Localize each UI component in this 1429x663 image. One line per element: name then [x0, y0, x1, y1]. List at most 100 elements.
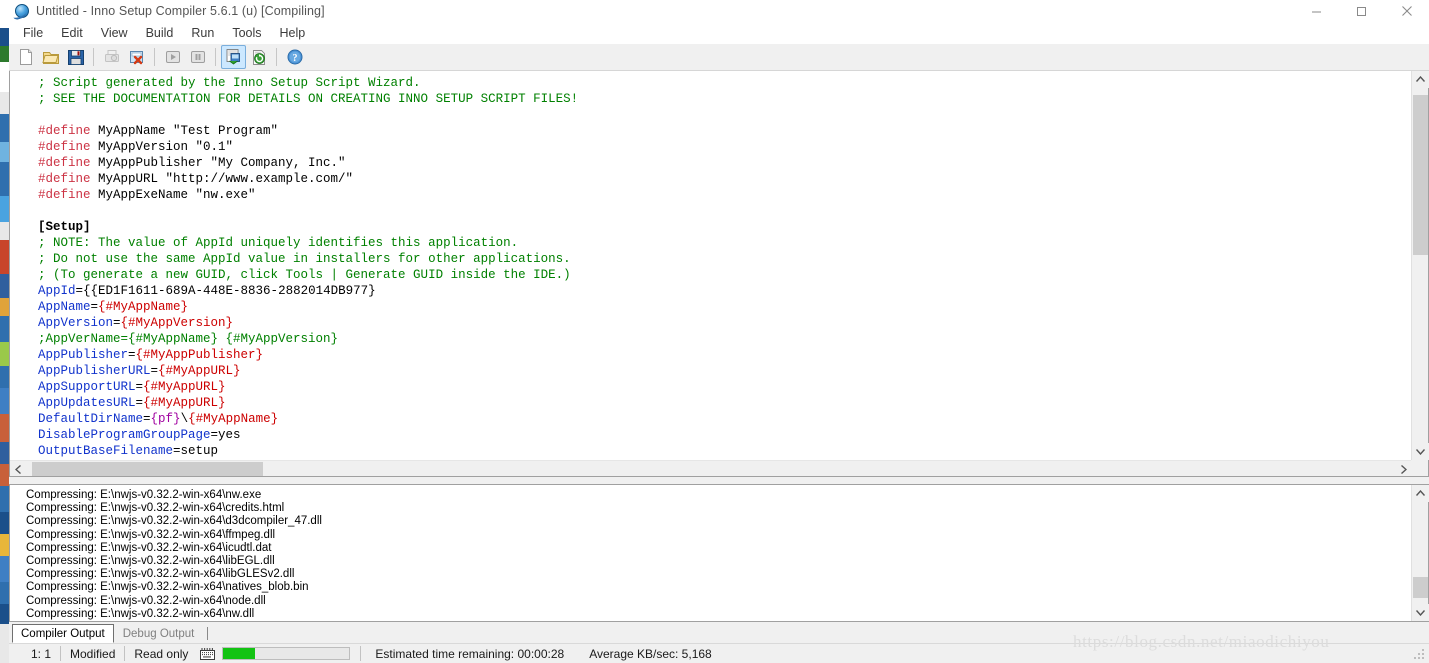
save-floppy-icon[interactable] — [63, 45, 88, 69]
scroll-up-arrow-icon[interactable] — [1412, 485, 1429, 502]
minimize-icon[interactable] — [1294, 0, 1339, 22]
inno-setup-compiler-window: Untitled - Inno Setup Compiler 5.6.1 (u)… — [0, 0, 1429, 663]
background-window-segment — [0, 534, 9, 556]
print-icon — [99, 45, 124, 69]
scroll-down-arrow-icon[interactable] — [1412, 443, 1429, 460]
output-line: Compressing: E:\nwjs-v0.32.2-win-x64\cre… — [26, 502, 285, 515]
menu-item-file[interactable]: File — [14, 24, 52, 42]
menu-item-build[interactable]: Build — [137, 24, 183, 42]
menu-item-edit[interactable]: Edit — [52, 24, 92, 42]
code-token: = — [150, 364, 159, 378]
background-window-segment — [0, 342, 9, 366]
editor-horizontal-scrollbar[interactable] — [10, 460, 1411, 476]
background-window-edge — [0, 0, 9, 663]
editor-hscroll-thumb[interactable] — [32, 462, 263, 476]
background-window-segment — [0, 366, 9, 388]
code-token: OutputBaseFilename — [38, 444, 174, 458]
code-token: #define — [38, 156, 91, 170]
editor-vertical-scrollbar[interactable] — [1411, 71, 1429, 460]
background-window-segment — [0, 604, 9, 624]
editor-change-gutter — [10, 71, 31, 476]
scroll-left-arrow-icon[interactable] — [10, 461, 26, 477]
output-line: Compressing: E:\nwjs-v0.32.2-win-x64\lib… — [26, 554, 275, 567]
scroll-down-arrow-icon[interactable] — [1412, 604, 1429, 621]
background-window-segment — [0, 0, 9, 28]
tab-debug-output[interactable]: Debug Output — [114, 624, 204, 643]
code-token: \ — [180, 412, 189, 426]
menu-item-run[interactable]: Run — [182, 24, 223, 42]
compiler-output-list[interactable]: Compressing: E:\nwjs-v0.32.2-win-x64\nw.… — [10, 485, 1411, 621]
output-line: Compressing: E:\nwjs-v0.32.2-win-x64\lib… — [26, 568, 295, 581]
run-play-icon — [160, 45, 185, 69]
background-window-segment — [0, 414, 9, 442]
code-line: AppPublisherURL={#MyAppURL} — [38, 363, 1411, 379]
code-token: AppName — [38, 300, 91, 314]
open-folder-icon[interactable] — [38, 45, 63, 69]
code-token: DefaultDirName — [38, 412, 144, 426]
background-window-segment — [0, 46, 9, 62]
reload-script-icon[interactable] — [246, 45, 271, 69]
background-window-segment — [0, 624, 9, 663]
background-window-segment — [0, 582, 9, 604]
code-token: #define — [38, 140, 91, 154]
maximize-icon[interactable] — [1339, 0, 1384, 22]
close-icon[interactable] — [1384, 0, 1429, 22]
window-resize-grip[interactable] — [1414, 649, 1426, 661]
window-controls — [1294, 0, 1429, 22]
code-token: AppUpdatesURL — [38, 396, 136, 410]
code-token: = — [128, 348, 136, 362]
code-token: ;AppVerName={#MyAppName} {#MyAppVersion} — [38, 332, 339, 346]
code-token: = — [113, 316, 121, 330]
script-code-area[interactable]: ; Script generated by the Inno Setup Scr… — [31, 71, 1411, 460]
tab-bar-divider — [207, 627, 209, 640]
pane-splitter[interactable] — [9, 477, 1429, 484]
stop-compile-icon[interactable] — [124, 45, 149, 69]
background-window-segment — [0, 274, 9, 298]
code-line: ; Do not use the same AppId value in ins… — [38, 251, 1411, 267]
background-window-segment — [0, 62, 9, 92]
code-line: AppName={#MyAppName} — [38, 299, 1411, 315]
menu-item-tools[interactable]: Tools — [223, 24, 270, 42]
background-window-segment — [0, 196, 9, 222]
inno-setup-globe-icon — [12, 3, 30, 21]
scroll-up-arrow-icon[interactable] — [1412, 71, 1429, 88]
code-token: = — [135, 396, 144, 410]
output-line: Compressing: E:\nwjs-v0.32.2-win-x64\ffm… — [26, 528, 276, 541]
cursor-position: 1: 1 — [31, 646, 52, 661]
menu-item-help[interactable]: Help — [271, 24, 315, 42]
tab-compiler-output[interactable]: Compiler Output — [12, 624, 114, 643]
code-token: = — [135, 380, 144, 394]
code-line: #define MyAppExeName "nw.exe" — [38, 187, 1411, 203]
background-window-segment — [0, 512, 9, 534]
help-icon[interactable]: ? — [282, 45, 307, 69]
new-file-icon[interactable] — [13, 45, 38, 69]
background-window-segment — [0, 28, 9, 46]
code-line: AppUpdatesURL={#MyAppURL} — [38, 395, 1411, 411]
background-window-segment — [0, 298, 9, 316]
code-token: {#MyAppURL} — [158, 364, 241, 378]
scroll-right-arrow-icon[interactable] — [1395, 461, 1411, 477]
code-token: DisableProgramGroupPage — [38, 428, 211, 442]
code-token: ; (To generate a new GUID, click Tools |… — [38, 268, 571, 282]
menu-item-view[interactable]: View — [92, 24, 137, 42]
code-line: #define MyAppName "Test Program" — [38, 123, 1411, 139]
code-token: {#MyAppPublisher} — [135, 348, 264, 362]
toolbar-separator — [215, 48, 216, 66]
code-token: {#MyAppVersion} — [120, 316, 234, 330]
editor-vscroll-thumb[interactable] — [1413, 95, 1428, 256]
code-token: = — [143, 412, 151, 426]
background-window-segment — [0, 92, 9, 114]
script-editor-pane: ; Script generated by the Inno Setup Scr… — [9, 71, 1429, 477]
code-token: {#MyAppURL} — [143, 380, 226, 394]
output-vertical-scrollbar[interactable] — [1411, 485, 1429, 621]
output-vscroll-thumb[interactable] — [1413, 576, 1428, 598]
background-window-segment — [0, 464, 9, 486]
compile-icon[interactable] — [221, 45, 246, 69]
code-token: {{ED1F1611-689A-448E-8836-2882014DB977} — [83, 284, 376, 298]
code-token: MyAppPublisher "My Company, Inc." — [90, 156, 346, 170]
tab-label: Debug Output — [122, 627, 195, 640]
toolbar-separator — [93, 48, 94, 66]
code-token: =setup — [173, 444, 219, 458]
svg-text:?: ? — [292, 53, 297, 64]
code-line: ; NOTE: The value of AppId uniquely iden… — [38, 235, 1411, 251]
